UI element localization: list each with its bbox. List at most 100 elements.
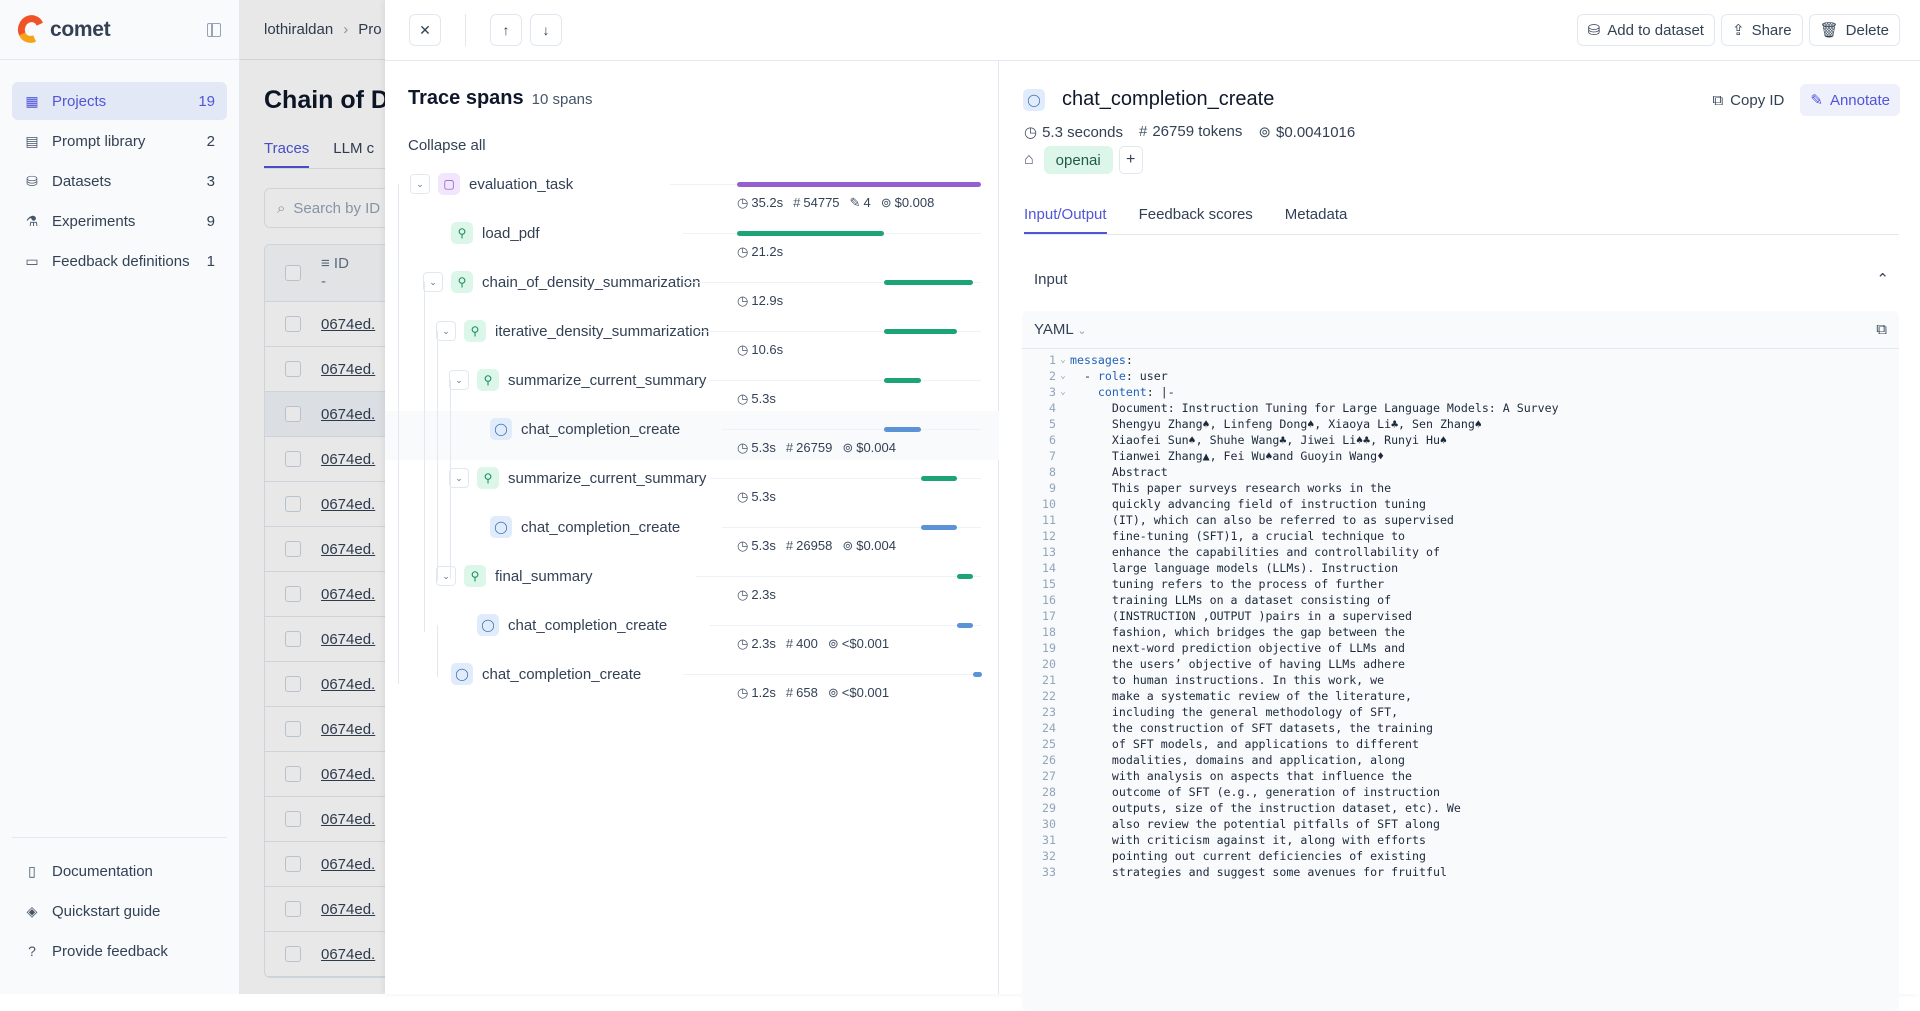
span-row[interactable]: ◯ chat_completion_create ◷ 5.3s #26759 ⊚ $0.00…: [385, 411, 999, 460]
span-name: evaluation_task: [469, 175, 574, 193]
sidebar-item-feedback-definitions[interactable]: ▭ Feedback definitions 1: [12, 242, 227, 280]
clock-icon: ◷: [737, 342, 749, 357]
line-number: 6: [1049, 433, 1056, 447]
tab-metadata[interactable]: Metadata: [1285, 206, 1348, 234]
line-number: 5: [1049, 417, 1056, 431]
span-title: chat_completion_create: [1062, 88, 1275, 110]
span-row[interactable]: ⌄ ▢ evaluation_task ◷ 35.2s #54775 ✎ 4 ⊚ $0.008: [385, 166, 999, 215]
span-row[interactable]: ⌄ ⚲ summarize_current_summary ◷ 5.3s: [385, 362, 999, 411]
add-tag-button[interactable]: +: [1118, 146, 1143, 174]
code-line: 3 ⌄ content: |-: [1022, 384, 1899, 400]
span-row[interactable]: ◯ chat_completion_create ◷ 1.2s #658 ⊚ <$0.001: [385, 656, 999, 705]
expand-toggle[interactable]: ⌄: [410, 174, 430, 194]
sidebar-item-documentation[interactable]: ▯ Documentation: [12, 852, 227, 890]
delete-button[interactable]: 🗑︎ Delete: [1808, 14, 1900, 46]
span-row[interactable]: ⌄ ⚲ summarize_current_summary ◷ 5.3s: [385, 460, 999, 509]
sidebar-item-projects[interactable]: ▦ Projects 19: [12, 82, 227, 120]
collapse-all-button[interactable]: Collapse all: [408, 137, 486, 154]
code-line: 14 large language models (LLMs). Instruc…: [1022, 560, 1899, 576]
tree-connector: [450, 380, 451, 530]
feedback-def-icon: ▭: [25, 252, 39, 269]
previous-button[interactable]: ↑: [490, 14, 522, 46]
code-line: 8 Abstract: [1022, 464, 1899, 480]
database-icon: ⛁: [1587, 22, 1601, 39]
add-to-dataset-button[interactable]: ⛁ Add to dataset: [1576, 14, 1715, 46]
sidebar-item-provide-feedback[interactable]: ? Provide feedback: [12, 932, 227, 970]
span-row[interactable]: ◯ chat_completion_create ◷ 5.3s #26958 ⊚ $0.00…: [385, 509, 999, 558]
code-line: 25 of SFT models, and applications to di…: [1022, 736, 1899, 752]
span-row[interactable]: ⚲ load_pdf ◷ 21.2s: [385, 215, 999, 264]
tool-link-icon: ⚲: [477, 369, 499, 391]
expand-toggle[interactable]: ⌄: [436, 566, 456, 586]
fold-chevron-icon[interactable]: ⌄: [1056, 368, 1070, 384]
line-number: 8: [1049, 465, 1056, 479]
code-line: 24 the construction of SFT datasets, the…: [1022, 720, 1899, 736]
line-number: 24: [1042, 721, 1056, 735]
line-number: 12: [1042, 529, 1056, 543]
tab-input-output[interactable]: Input/Output: [1024, 206, 1107, 234]
span-row[interactable]: ◯ chat_completion_create ◷ 2.3s #400 ⊚ <$0.001: [385, 607, 999, 656]
code-line: 11 (IT), which can also be referred to a…: [1022, 512, 1899, 528]
span-duration: ◷ 5.3s: [737, 391, 776, 406]
expand-toggle[interactable]: ⌄: [436, 321, 456, 341]
expand-toggle[interactable]: ⌄: [449, 370, 469, 390]
span-duration: ◷ 12.9s: [737, 293, 784, 308]
code-line: 29 outputs, size of the instruction data…: [1022, 800, 1899, 816]
sidebar-item-label: Documentation: [52, 862, 153, 880]
expand-toggle[interactable]: ⌄: [449, 468, 469, 488]
share-button[interactable]: ⇪ Share: [1720, 14, 1803, 46]
code-line: 5 Shengyu Zhang♠, Linfeng Dong♠, Xiaoya …: [1022, 416, 1899, 432]
coins-icon: ⊚: [880, 195, 892, 210]
line-number: 9: [1049, 481, 1056, 495]
share-icon: ⇪: [1731, 22, 1745, 39]
expand-toggle[interactable]: ⌄: [423, 272, 443, 292]
line-number: 21: [1042, 673, 1056, 687]
span-duration-bar: [920, 476, 958, 481]
code-viewer: YAML ⌄ ⧉ 1 ⌄ messages:2 ⌄ - role: user 3 ⌄ co…: [1022, 311, 1899, 1011]
comet-logo[interactable]: comet: [13, 10, 111, 47]
span-name: load_pdf: [482, 224, 540, 242]
line-number: 26: [1042, 753, 1056, 767]
llm-chat-icon: ◯: [490, 418, 512, 440]
collapse-sidebar-icon[interactable]: [207, 22, 221, 37]
span-row[interactable]: ⌄ ⚲ iterative_density_summarization ◷ 10.6s: [385, 313, 999, 362]
copy-id-button[interactable]: ⧉ Copy ID: [1702, 84, 1794, 116]
format-select[interactable]: YAML ⌄: [1034, 321, 1087, 338]
annotate-button[interactable]: ✎ Annotate: [1800, 84, 1900, 116]
fold-chevron-icon[interactable]: ⌄: [1056, 352, 1070, 368]
sidebar-item-label: Projects: [52, 92, 107, 110]
code-line: 1 ⌄ messages:: [1022, 352, 1899, 368]
close-button[interactable]: ✕: [409, 14, 441, 46]
sidebar-item-experiments[interactable]: ⚗ Experiments 9: [12, 202, 227, 240]
fold-chevron-icon[interactable]: ⌄: [1056, 384, 1070, 400]
tag-openai[interactable]: openai: [1043, 146, 1113, 174]
next-button[interactable]: ↓: [530, 14, 562, 46]
span-row[interactable]: ⌄ ⚲ final_summary ◷ 2.3s: [385, 558, 999, 607]
sidebar-item-prompt-library[interactable]: ▤ Prompt library 2: [12, 122, 227, 160]
clock-icon: ◷: [737, 685, 749, 700]
divider: [465, 14, 466, 46]
span-row[interactable]: ⌄ ⚲ chain_of_density_summarization ◷ 12.9s: [385, 264, 999, 313]
line-number: 15: [1042, 577, 1056, 591]
copy-code-icon[interactable]: ⧉: [1876, 321, 1887, 338]
sidebar-item-quickstart-guide[interactable]: ◈ Quickstart guide: [12, 892, 227, 930]
span-name: iterative_density_summarization: [495, 322, 710, 340]
line-number: 20: [1042, 657, 1056, 671]
span-tokens: #26759: [785, 440, 833, 455]
tab-feedback-scores[interactable]: Feedback scores: [1139, 206, 1253, 234]
input-section-header[interactable]: Input ⌃: [1024, 261, 1899, 297]
span-duration-bar: [737, 182, 981, 187]
code-line: 6 Xiaofei Sun♠, Shuhe Wang♣, Jiwei Li♠♣,…: [1022, 432, 1899, 448]
tree-connector: [437, 331, 438, 581]
sidebar-item-label: Feedback definitions: [52, 252, 190, 270]
sidebar-item-datasets[interactable]: ⛁ Datasets 3: [12, 162, 227, 200]
